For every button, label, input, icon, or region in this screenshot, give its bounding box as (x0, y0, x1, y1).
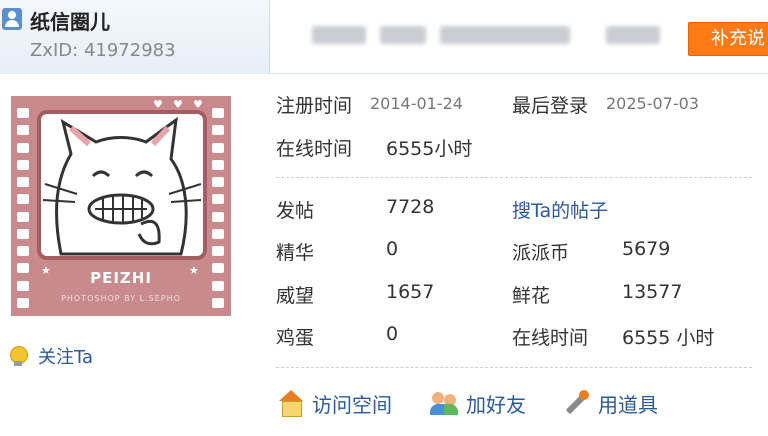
user-icon (2, 8, 22, 30)
username[interactable]: 纸信圈儿 (30, 6, 110, 35)
online-value: 6555 小时 (622, 327, 715, 349)
blurred-text (440, 26, 570, 44)
follow-button[interactable]: 关注Ta (8, 343, 93, 369)
flowers-label: 鲜花 (512, 285, 551, 307)
visit-space-button[interactable]: 访问空间 (276, 388, 392, 418)
use-items-button[interactable]: 用道具 (562, 388, 658, 418)
registration-date: 2014-01-24 (370, 94, 463, 113)
lightbulb-icon (8, 345, 28, 367)
user-id: ZxID: 41972983 (30, 40, 176, 61)
last-login-date: 2025-07-03 (606, 94, 699, 113)
paipai-value: 5679 (622, 238, 671, 260)
flowers-value: 13577 (622, 281, 683, 303)
eggs-label: 鸡蛋 (276, 327, 315, 349)
divider (276, 367, 752, 368)
cat-illustration (37, 110, 207, 260)
blurred-text (606, 26, 660, 44)
wand-icon (562, 388, 592, 418)
avatar[interactable]: ♥ ♥ ♥ ★ ★ PEIZHI PHOTOSHOP BY L.SEPHO (11, 96, 231, 316)
add-friend-icon (430, 388, 460, 418)
home-icon (276, 388, 306, 418)
prestige-label: 威望 (276, 285, 315, 307)
follow-label: 关注Ta (38, 347, 94, 368)
digest-label: 精华 (276, 242, 315, 264)
add-friend-button[interactable]: 加好友 (430, 388, 526, 418)
search-posts-link[interactable]: 搜Ta的帖子 (512, 196, 608, 223)
use-items-label: 用道具 (598, 392, 658, 417)
prestige-value: 1657 (386, 281, 435, 303)
blurred-text (312, 26, 366, 44)
visit-space-label: 访问空间 (312, 392, 392, 417)
add-friend-label: 加好友 (466, 392, 526, 417)
avatar-credit: PHOTOSHOP BY L.SEPHO (61, 294, 181, 303)
cat-icon (42, 116, 202, 256)
blurred-text (380, 26, 426, 44)
recharge-button[interactable]: 补充说 (688, 22, 768, 56)
user-summary: 纸信圈儿 ZxID: 41972983 (0, 0, 270, 74)
registration-label: 注册时间 (276, 95, 353, 117)
online-time-value: 6555小时 (386, 138, 473, 160)
online-time-label: 在线时间 (276, 138, 353, 160)
digest-value: 0 (386, 238, 399, 260)
last-login-label: 最后登录 (512, 95, 589, 117)
posts-value: 7728 (386, 196, 435, 218)
eggs-value: 0 (386, 323, 399, 345)
posts-label: 发帖 (276, 200, 315, 222)
divider (276, 177, 752, 178)
paipai-label: 派派币 (512, 242, 570, 264)
avatar-caption: PEIZHI (90, 269, 152, 287)
profile-header: 纸信圈儿 ZxID: 41972983 补充说 (0, 0, 768, 74)
online-label: 在线时间 (512, 327, 589, 349)
